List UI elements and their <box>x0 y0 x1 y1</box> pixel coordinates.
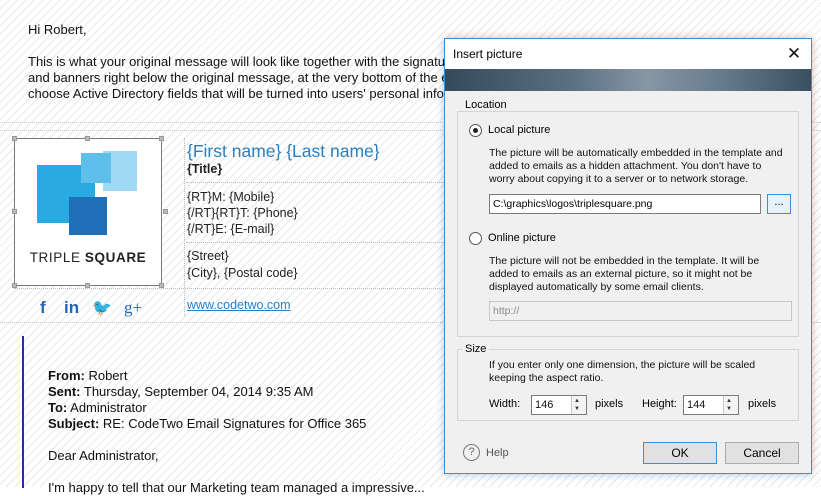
online-url-field[interactable]: http:// <box>489 301 792 321</box>
resize-handle[interactable] <box>159 136 164 141</box>
ok-button[interactable]: OK <box>643 442 717 464</box>
subject-line: Subject: RE: CodeTwo Email Signatures fo… <box>48 416 367 431</box>
width-spin-arrows[interactable]: ▲ ▼ <box>571 396 586 414</box>
online-picture-description: The picture will not be embedded in the … <box>489 255 760 293</box>
height-unit: pixels <box>748 398 777 410</box>
body-line: I'm happy to tell that our Marketing tea… <box>48 480 425 495</box>
dialog-banner <box>445 69 811 91</box>
local-picture-radio[interactable] <box>469 124 482 137</box>
logo-wordmark: TRIPLE SQUARE <box>29 250 147 265</box>
intro-line: and banners right below the original mes… <box>28 70 449 85</box>
insert-picture-dialog: Insert picture ✕ Location Local picture … <box>444 38 812 474</box>
help-link[interactable]: Help <box>486 447 509 459</box>
intro-line: choose Active Directory fields that will… <box>28 86 444 101</box>
resize-handle[interactable] <box>163 209 168 214</box>
width-label: Width: <box>489 398 521 410</box>
resize-handle[interactable] <box>12 136 17 141</box>
signature-phone-line[interactable]: {/RT}{RT}T: {Phone} <box>187 206 298 220</box>
resize-handle[interactable] <box>85 136 90 141</box>
signature-email-line[interactable]: {/RT}E: {E-mail} <box>187 222 274 236</box>
local-picture-label[interactable]: Local picture <box>488 124 550 136</box>
quote-bar <box>22 336 24 488</box>
table-column-divider <box>184 138 185 316</box>
table-row-divider <box>186 182 454 183</box>
size-group-label: Size <box>462 343 490 355</box>
resize-handle[interactable] <box>12 209 17 214</box>
help-icon[interactable]: ? <box>463 444 480 461</box>
from-line: From: Robert <box>48 368 128 383</box>
online-picture-radio[interactable] <box>469 232 482 245</box>
height-value[interactable]: 144 <box>687 399 705 411</box>
size-description: If you enter only one dimension, the pic… <box>489 359 756 384</box>
google-plus-icon[interactable]: g+ <box>124 298 142 318</box>
close-icon[interactable]: ✕ <box>783 43 805 65</box>
greeting-text: Hi Robert, <box>28 22 87 37</box>
signature-title-placeholder[interactable]: {Title} <box>187 162 222 176</box>
intro-paragraph: This is what your original message will … <box>28 54 449 102</box>
logo-square-dark <box>69 197 107 235</box>
intro-line: This is what your original message will … <box>28 54 445 69</box>
dialog-title: Insert picture <box>453 47 523 61</box>
company-logo[interactable]: TRIPLE SQUARE <box>14 138 162 286</box>
to-line: To: Administrator <box>48 400 147 415</box>
width-spinner[interactable]: 146 ▲ ▼ <box>531 395 587 415</box>
original-message: From: Robert Sent: Thursday, September 0… <box>48 368 425 496</box>
sent-line: Sent: Thursday, September 04, 2014 9:35 … <box>48 384 314 399</box>
signature-name-placeholder[interactable]: {First name} {Last name} <box>187 141 380 162</box>
width-unit: pixels <box>595 398 624 410</box>
signature-street-line[interactable]: {Street} <box>187 249 229 263</box>
browse-button[interactable]: ... <box>767 194 791 214</box>
local-path-field[interactable]: C:\graphics\logos\triplesquare.png <box>489 194 761 214</box>
signature-city-line[interactable]: {City}, {Postal code} <box>187 266 298 280</box>
signature-mobile-line[interactable]: {RT}M: {Mobile} <box>187 190 274 204</box>
online-picture-label[interactable]: Online picture <box>488 232 556 244</box>
height-label: Height: <box>642 398 677 410</box>
local-picture-description: The picture will be automatically embedd… <box>489 147 783 185</box>
width-value[interactable]: 146 <box>535 399 553 411</box>
location-group-label: Location <box>462 99 510 111</box>
logo-square-mid <box>81 153 111 183</box>
dialog-titlebar[interactable]: Insert picture ✕ <box>445 39 811 69</box>
cancel-button[interactable]: Cancel <box>725 442 799 464</box>
website-link[interactable]: www.codetwo.com <box>187 298 291 312</box>
height-spinner[interactable]: 144 ▲ ▼ <box>683 395 739 415</box>
twitter-icon[interactable]: 🐦 <box>92 298 112 318</box>
salutation: Dear Administrator, <box>48 448 159 463</box>
table-row-divider <box>14 288 454 289</box>
height-spin-arrows[interactable]: ▲ ▼ <box>723 396 738 414</box>
table-row-divider <box>186 242 454 243</box>
linkedin-icon[interactable]: in <box>64 298 79 318</box>
facebook-icon[interactable]: f <box>40 298 46 318</box>
signature-table[interactable]: TRIPLE SQUARE {First name} {Last name} {… <box>12 136 454 318</box>
